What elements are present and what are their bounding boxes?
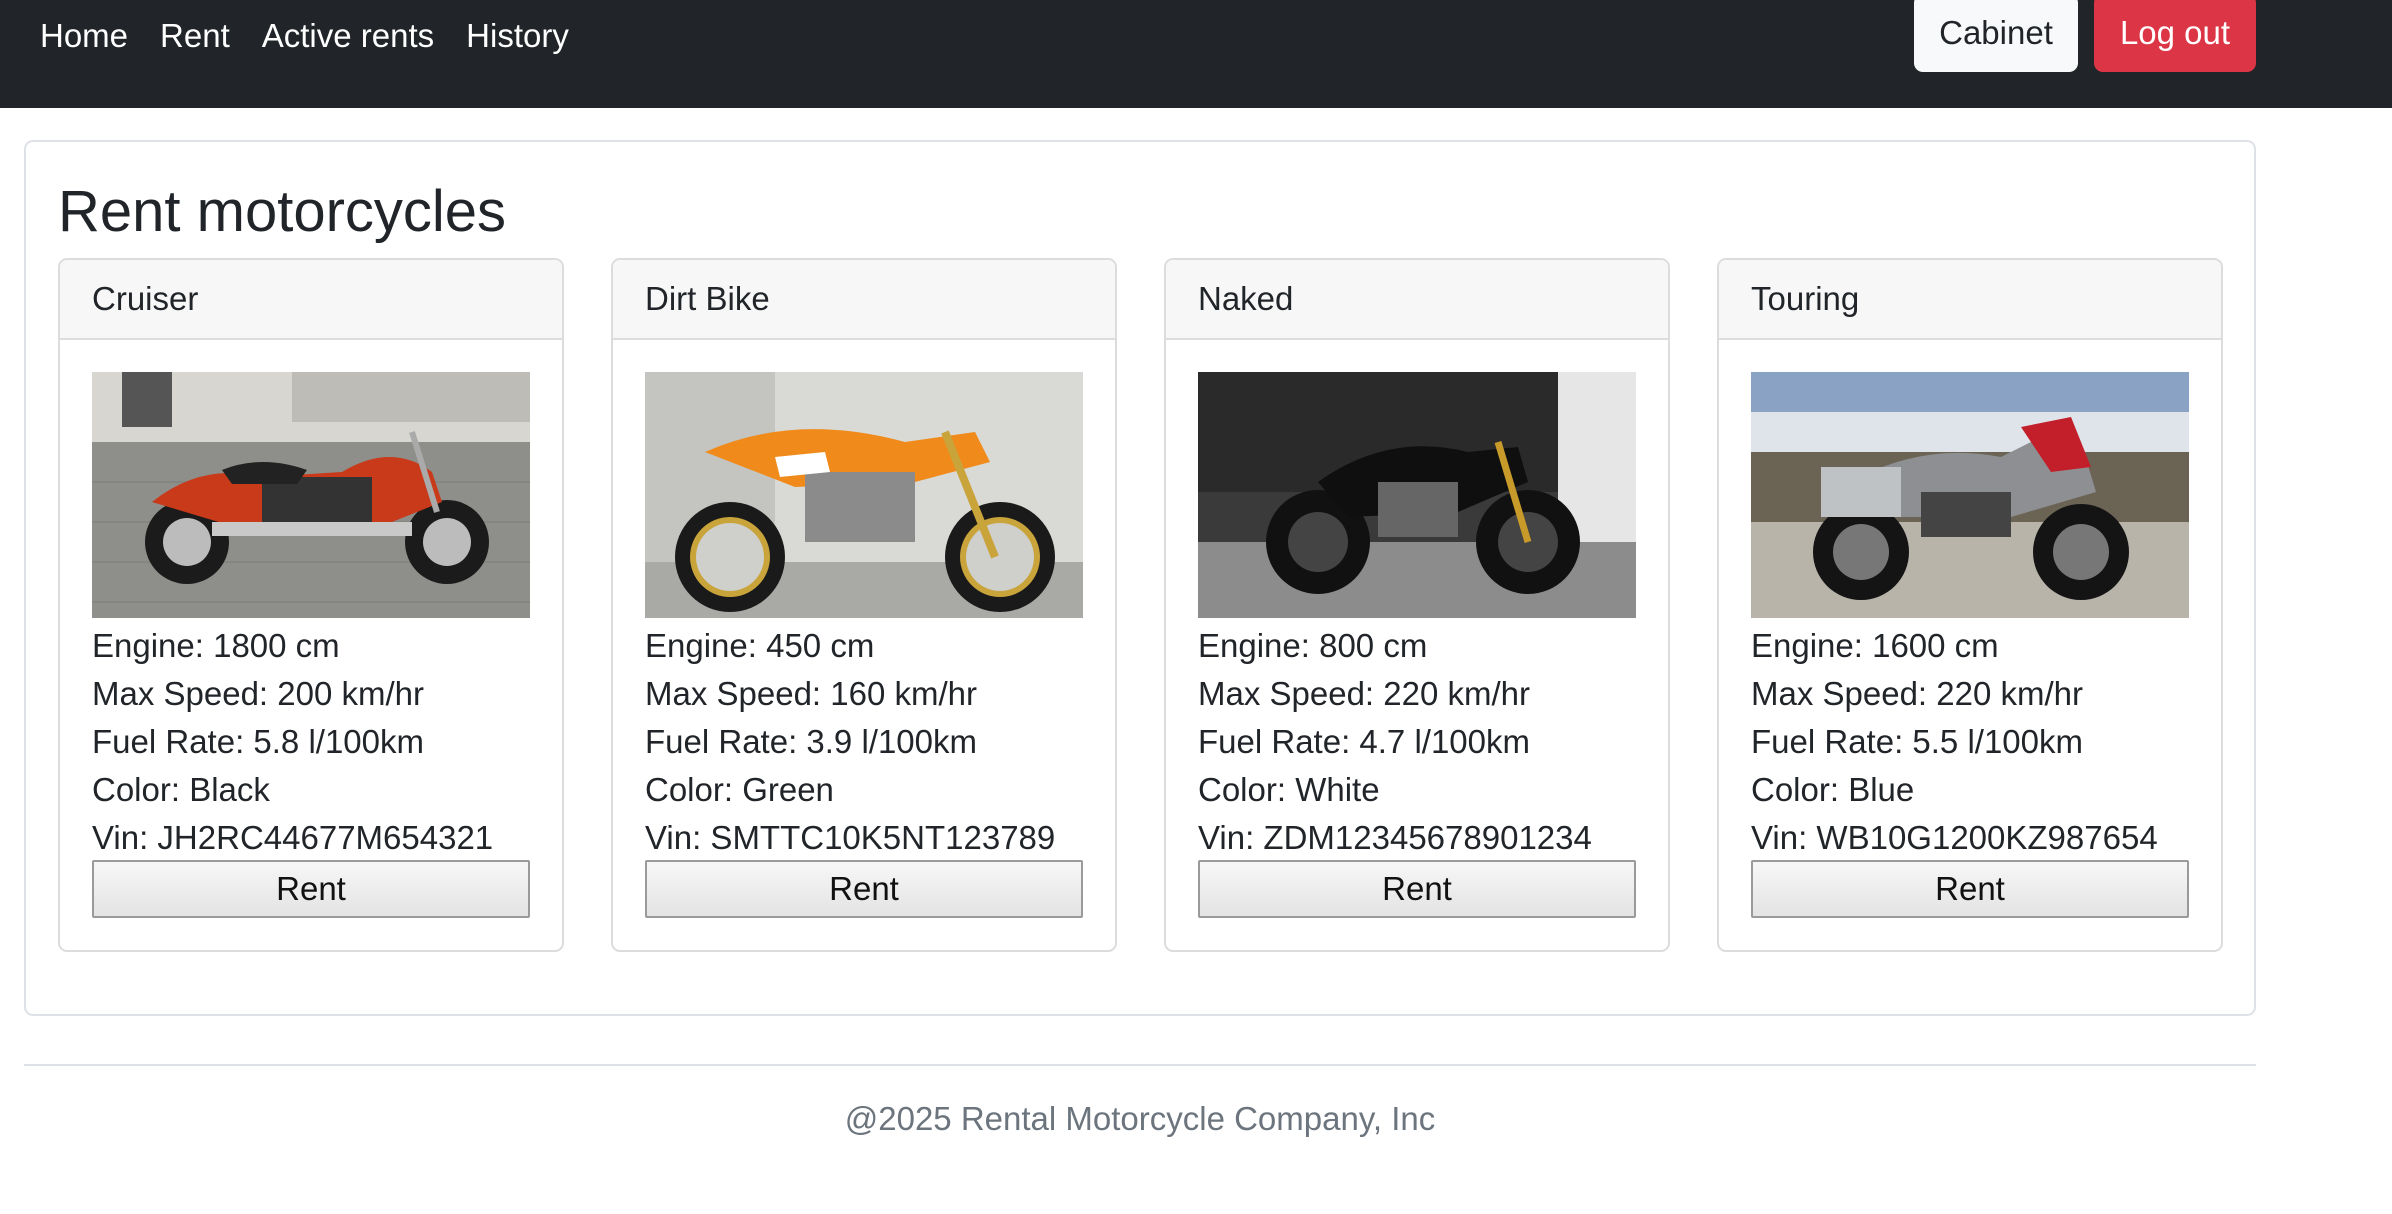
- spec-vin: Vin: JH2RC44677M654321: [92, 819, 494, 856]
- rent-motorcycles-panel: Rent motorcycles Cruiser Engine: 1800 cm…: [24, 140, 2256, 1016]
- spec-engine: Engine: 1600 cm: [1751, 627, 1999, 664]
- card-header: Naked: [1166, 260, 1668, 340]
- footer-divider: [24, 1064, 2256, 1066]
- spec-color: Color: White: [1198, 771, 1380, 808]
- page-title: Rent motorcycles: [58, 179, 507, 244]
- motorcycle-card-dirt-bike: Dirt Bike Engine: 450 cm Max Speed: 160 …: [611, 258, 1117, 952]
- spec-engine: Engine: 450 cm: [645, 627, 875, 664]
- card-header: Touring: [1719, 260, 2221, 340]
- spec-color: Color: Blue: [1751, 771, 1915, 808]
- spec-fuel-rate: Fuel Rate: 5.5 l/100km: [1751, 723, 2083, 760]
- specs-list: Engine: 1600 cm Max Speed: 220 km/hr Fue…: [1751, 622, 2201, 862]
- spec-max-speed: Max Speed: 200 km/hr: [92, 675, 424, 712]
- specs-list: Engine: 800 cm Max Speed: 220 km/hr Fuel…: [1198, 622, 1648, 862]
- specs-list: Engine: 1800 cm Max Speed: 200 km/hr Fue…: [92, 622, 542, 862]
- specs-list: Engine: 450 cm Max Speed: 160 km/hr Fuel…: [645, 622, 1095, 862]
- nav-link-history[interactable]: History: [466, 17, 569, 55]
- spec-color: Color: Green: [645, 771, 834, 808]
- nav-link-active-rents[interactable]: Active rents: [262, 17, 434, 55]
- spec-vin: Vin: SMTTC10K5NT123789: [645, 819, 1056, 856]
- logout-button[interactable]: Log out: [2094, 0, 2256, 72]
- spec-max-speed: Max Speed: 220 km/hr: [1751, 675, 2083, 712]
- spec-fuel-rate: Fuel Rate: 4.7 l/100km: [1198, 723, 1530, 760]
- spec-max-speed: Max Speed: 160 km/hr: [645, 675, 977, 712]
- motorcycle-card-naked: Naked Engine: 800 cm Max Speed: 220 km/h…: [1164, 258, 1670, 952]
- motorcycle-card-cruiser: Cruiser Engine: 1800 cm Max Speed: 200 k…: [58, 258, 564, 952]
- rent-button[interactable]: Rent: [1198, 860, 1636, 918]
- spec-fuel-rate: Fuel Rate: 5.8 l/100km: [92, 723, 424, 760]
- rent-button[interactable]: Rent: [645, 860, 1083, 918]
- nav-link-home[interactable]: Home: [40, 17, 128, 55]
- cruiser-motorcycle-photo: [92, 372, 530, 618]
- motorcycle-card-touring: Touring Engine: 1600 cm Max Speed: 220 k…: [1717, 258, 2223, 952]
- spec-vin: Vin: ZDM12345678901234: [1198, 819, 1592, 856]
- spec-engine: Engine: 1800 cm: [92, 627, 340, 664]
- card-header: Dirt Bike: [613, 260, 1115, 340]
- touring-motorcycle-photo: [1751, 372, 2189, 618]
- nav-link-rent[interactable]: Rent: [160, 17, 230, 55]
- dirt-bike-photo: [645, 372, 1083, 618]
- spec-vin: Vin: WB10G1200KZ987654: [1751, 819, 2158, 856]
- spec-fuel-rate: Fuel Rate: 3.9 l/100km: [645, 723, 977, 760]
- spec-engine: Engine: 800 cm: [1198, 627, 1428, 664]
- card-header: Cruiser: [60, 260, 562, 340]
- spec-max-speed: Max Speed: 220 km/hr: [1198, 675, 1530, 712]
- rent-button[interactable]: Rent: [92, 860, 530, 918]
- nav-links: Home Rent Active rents History: [40, 0, 569, 72]
- top-navbar: Home Rent Active rents History Cabinet L…: [0, 0, 2392, 108]
- footer-copyright: @2025 Rental Motorcycle Company, Inc: [844, 1100, 1436, 1137]
- rent-button[interactable]: Rent: [1751, 860, 2189, 918]
- spec-color: Color: Black: [92, 771, 270, 808]
- cabinet-button[interactable]: Cabinet: [1914, 0, 2078, 72]
- naked-motorcycle-photo: [1198, 372, 1636, 618]
